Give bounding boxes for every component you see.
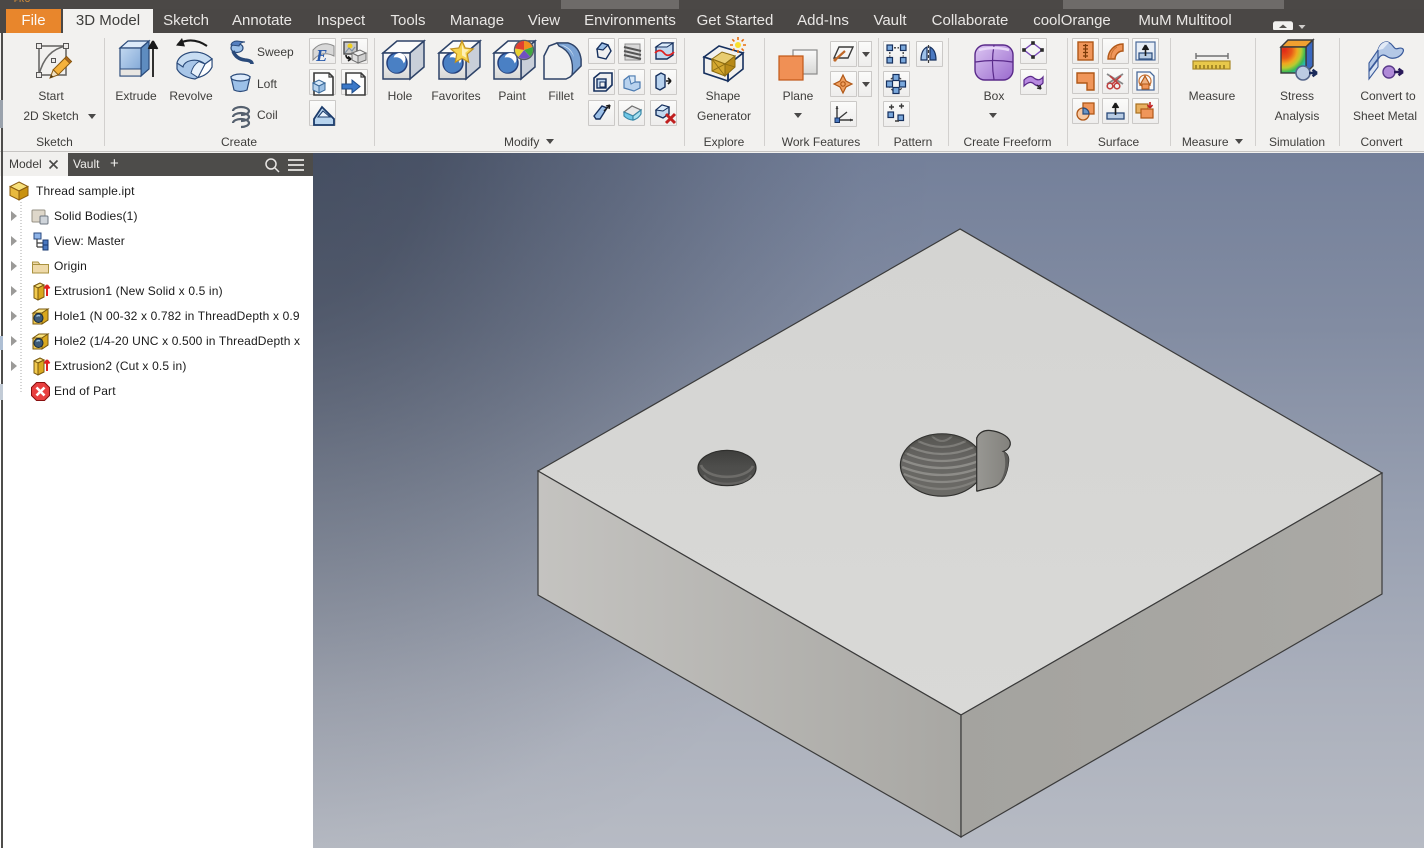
svg-text:E: E	[315, 46, 327, 65]
